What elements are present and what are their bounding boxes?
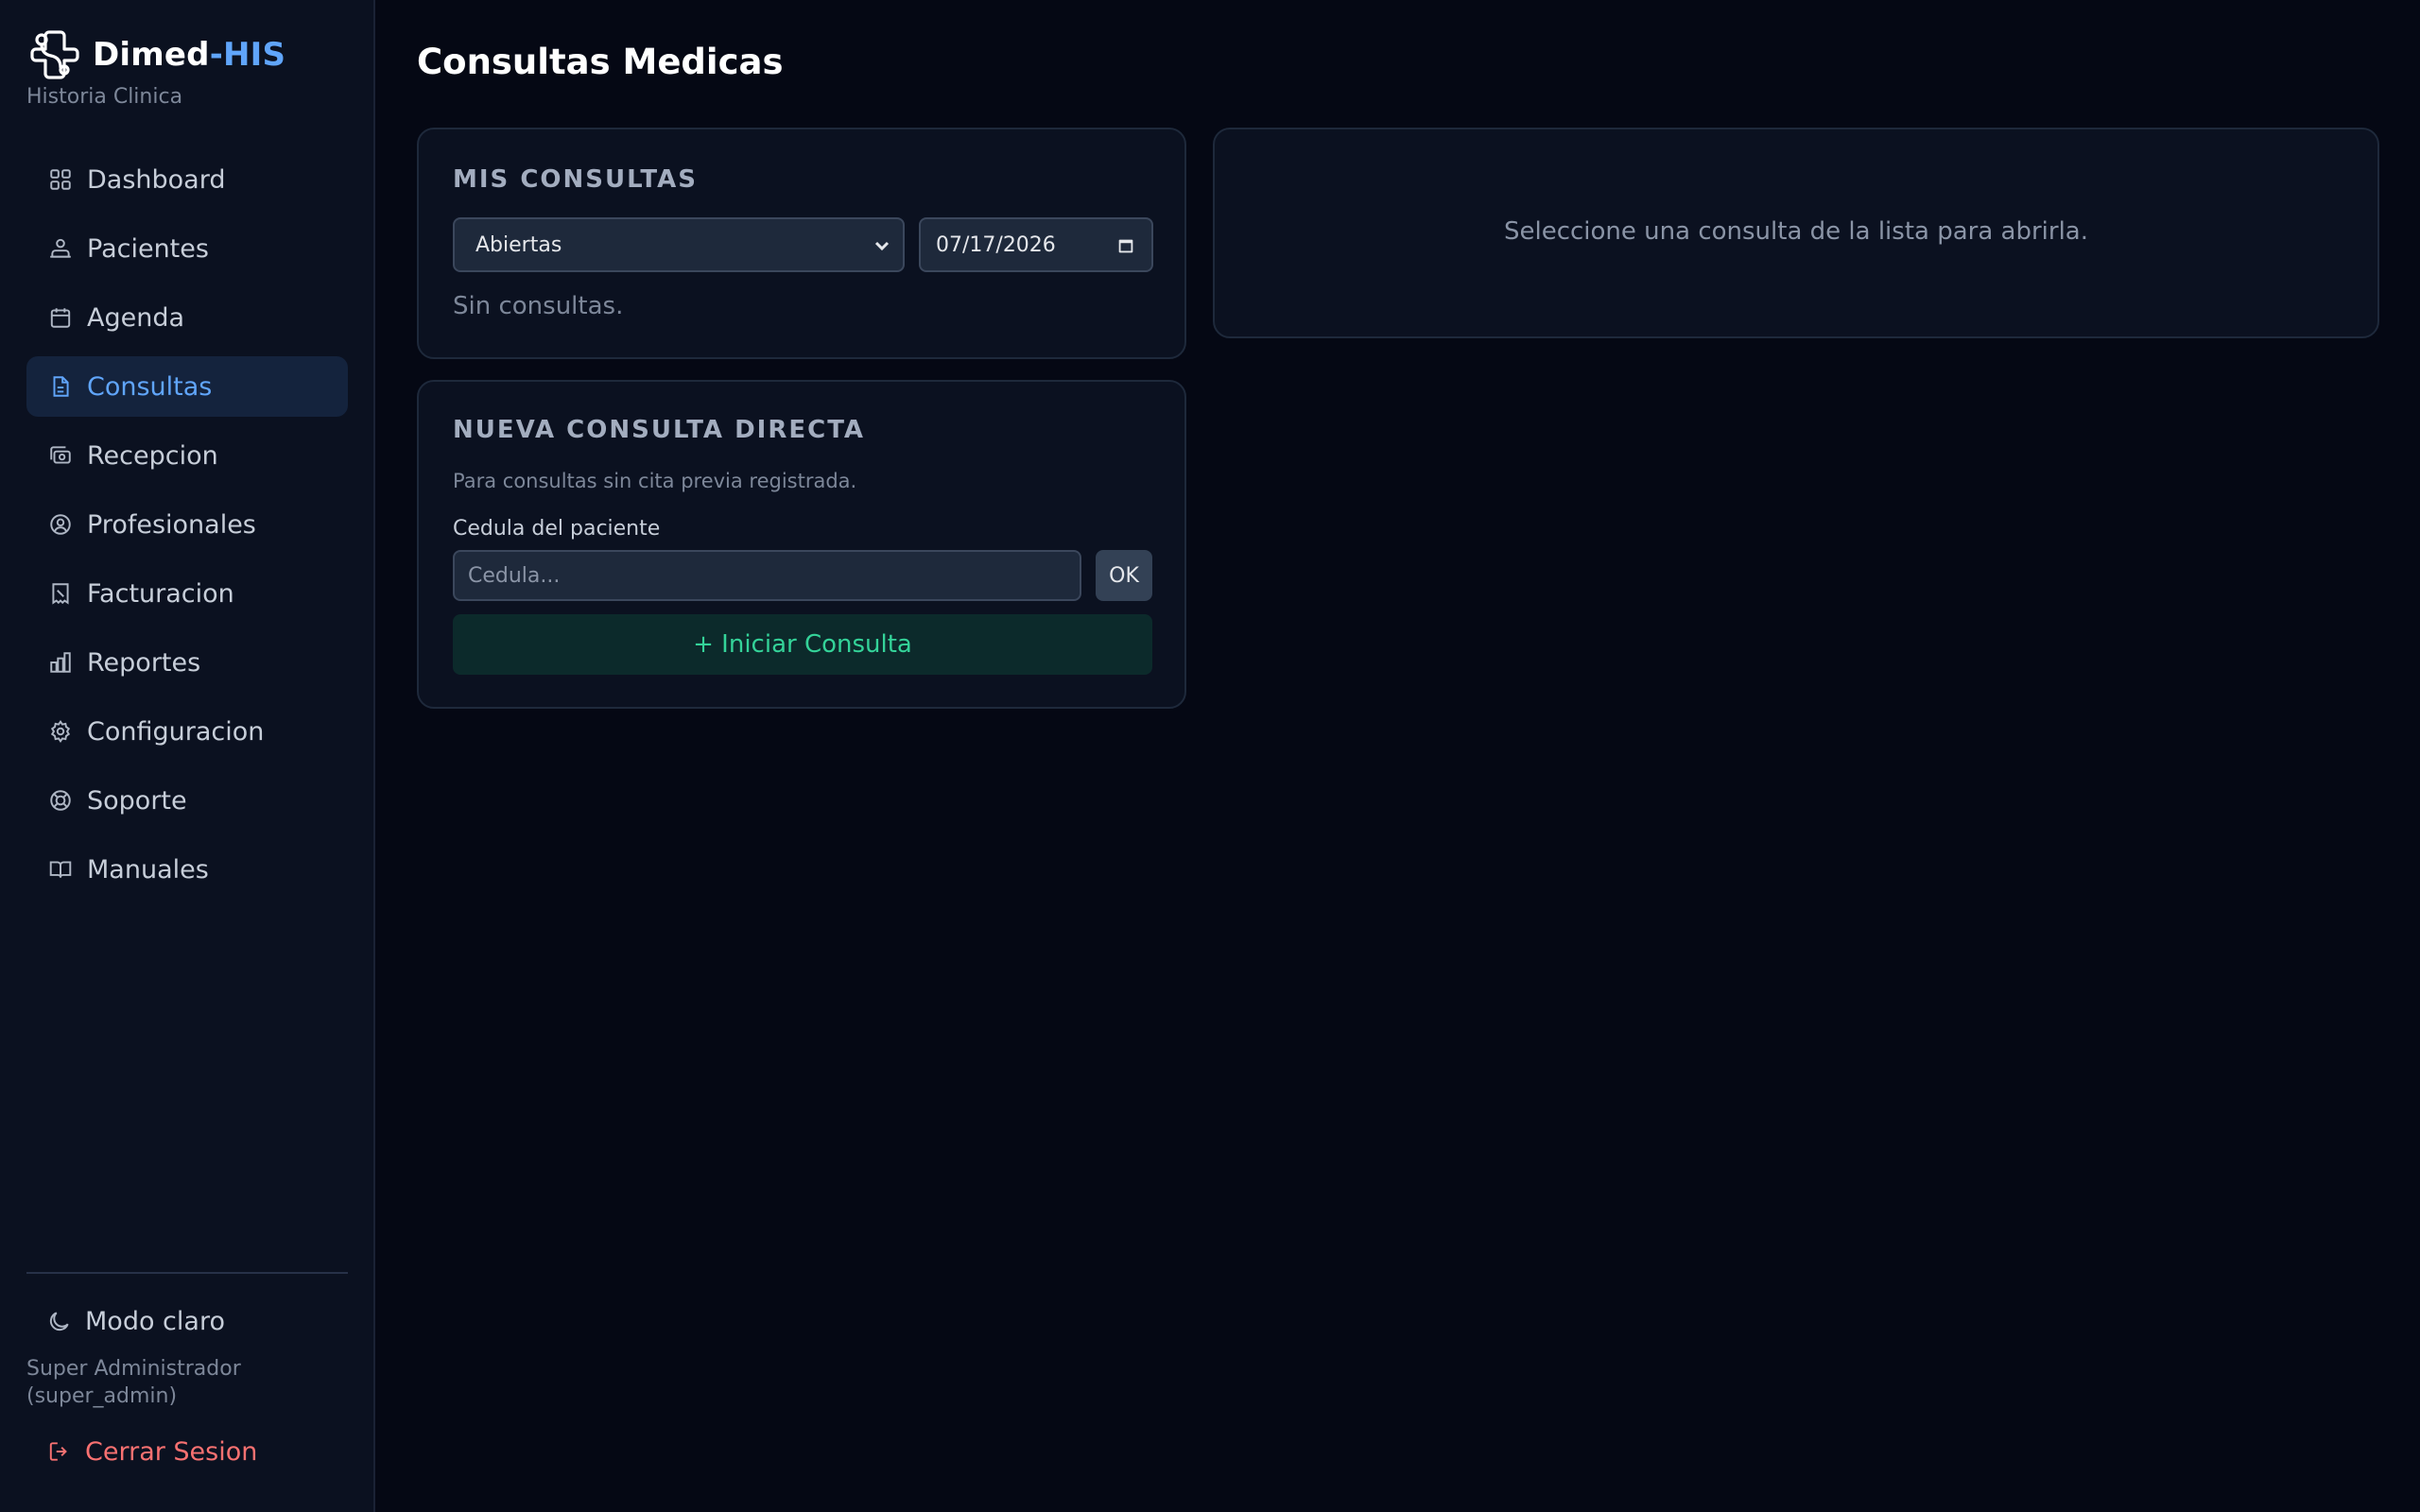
page-title: Consultas Medicas	[417, 42, 784, 82]
logout-button[interactable]: Cerrar Sesion	[26, 1421, 348, 1482]
app-subtitle: Historia Clinica	[26, 85, 183, 109]
sidebar-item-dashboard[interactable]: Dashboard	[26, 149, 348, 210]
sidebar: Dimed-HIS Historia Clinica Dashboard Pac…	[0, 0, 375, 1512]
theme-toggle-button[interactable]: Modo claro	[26, 1291, 348, 1351]
sidebar-item-label: Facturacion	[87, 578, 234, 609]
status-filter-select[interactable]: Abiertas	[453, 217, 905, 272]
date-filter-value: 07/17/2026	[936, 232, 1056, 257]
user-id: (super_admin)	[26, 1384, 178, 1408]
moon-icon	[47, 1309, 72, 1333]
sidebar-item-label: Reportes	[87, 647, 201, 678]
sidebar-item-label: Manuales	[87, 854, 209, 885]
logout-label: Cerrar Sesion	[85, 1436, 258, 1467]
calendar-picker-icon[interactable]	[1115, 235, 1136, 256]
brand[interactable]: Dimed-HIS	[26, 26, 285, 83]
sidebar-item-soporte[interactable]: Soporte	[26, 770, 348, 831]
chevron-down-icon	[871, 234, 893, 257]
app-name: Dimed-HIS	[93, 36, 286, 74]
logout-icon	[47, 1439, 72, 1464]
gear-icon	[47, 718, 74, 745]
sidebar-item-reportes[interactable]: Reportes	[26, 632, 348, 693]
bar-chart-icon	[47, 649, 74, 676]
sidebar-item-label: Profesionales	[87, 509, 256, 540]
medical-logo-icon	[26, 26, 83, 83]
sidebar-item-manuales[interactable]: Manuales	[26, 839, 348, 900]
user-info: Super Administrador (super_admin)	[26, 1355, 348, 1410]
document-icon	[47, 373, 74, 400]
sidebar-item-configuracion[interactable]: Configuracion	[26, 701, 348, 762]
sidebar-item-label: Pacientes	[87, 233, 209, 264]
grid-icon	[47, 166, 74, 193]
reception-icon	[47, 442, 74, 469]
sidebar-item-pacientes[interactable]: Pacientes	[26, 218, 348, 279]
nueva-consulta-card: NUEVA CONSULTA DIRECTA Para consultas si…	[417, 380, 1186, 709]
nueva-consulta-heading: NUEVA CONSULTA DIRECTA	[453, 416, 866, 444]
sidebar-item-label: Recepcion	[87, 440, 218, 471]
sidebar-item-agenda[interactable]: Agenda	[26, 287, 348, 348]
sidebar-divider	[26, 1272, 348, 1274]
iniciar-consulta-button[interactable]: + Iniciar Consulta	[453, 614, 1152, 675]
mis-consultas-card: MIS CONSULTAS Abiertas 07/17/2026 Sin co…	[417, 128, 1186, 359]
mis-consultas-heading: MIS CONSULTAS	[453, 165, 698, 194]
consulta-detail-panel: Seleccione una consulta de la lista para…	[1213, 128, 2379, 338]
sidebar-item-facturacion[interactable]: Facturacion	[26, 563, 348, 624]
sidebar-item-label: Configuracion	[87, 716, 265, 747]
sidebar-item-label: Consultas	[87, 371, 213, 402]
calendar-icon	[47, 304, 74, 331]
cedula-input[interactable]	[453, 550, 1081, 601]
ok-button[interactable]: OK	[1096, 550, 1152, 601]
sidebar-item-consultas[interactable]: Consultas	[26, 356, 348, 417]
sidebar-item-recepcion[interactable]: Recepcion	[26, 425, 348, 486]
patients-icon	[47, 235, 74, 262]
sidebar-item-label: Soporte	[87, 785, 187, 816]
select-consulta-message: Seleccione una consulta de la lista para…	[1503, 217, 2088, 246]
user-role: Super Administrador	[26, 1357, 241, 1381]
cedula-field-label: Cedula del paciente	[453, 517, 661, 541]
sidebar-item-label: Dashboard	[87, 164, 226, 195]
nueva-consulta-description: Para consultas sin cita previa registrad…	[453, 470, 857, 492]
user-circle-icon	[47, 511, 74, 538]
support-icon	[47, 787, 74, 814]
sidebar-item-profesionales[interactable]: Profesionales	[26, 494, 348, 555]
book-icon	[47, 856, 74, 883]
receipt-icon	[47, 580, 74, 607]
empty-consultas-text: Sin consultas.	[453, 292, 624, 320]
sidebar-nav: Dashboard Pacientes Agenda Consultas Rec…	[26, 149, 348, 908]
sidebar-item-label: Agenda	[87, 302, 185, 333]
status-filter-value: Abiertas	[475, 232, 562, 257]
date-filter-input[interactable]: 07/17/2026	[919, 217, 1153, 272]
theme-toggle-label: Modo claro	[85, 1306, 225, 1336]
